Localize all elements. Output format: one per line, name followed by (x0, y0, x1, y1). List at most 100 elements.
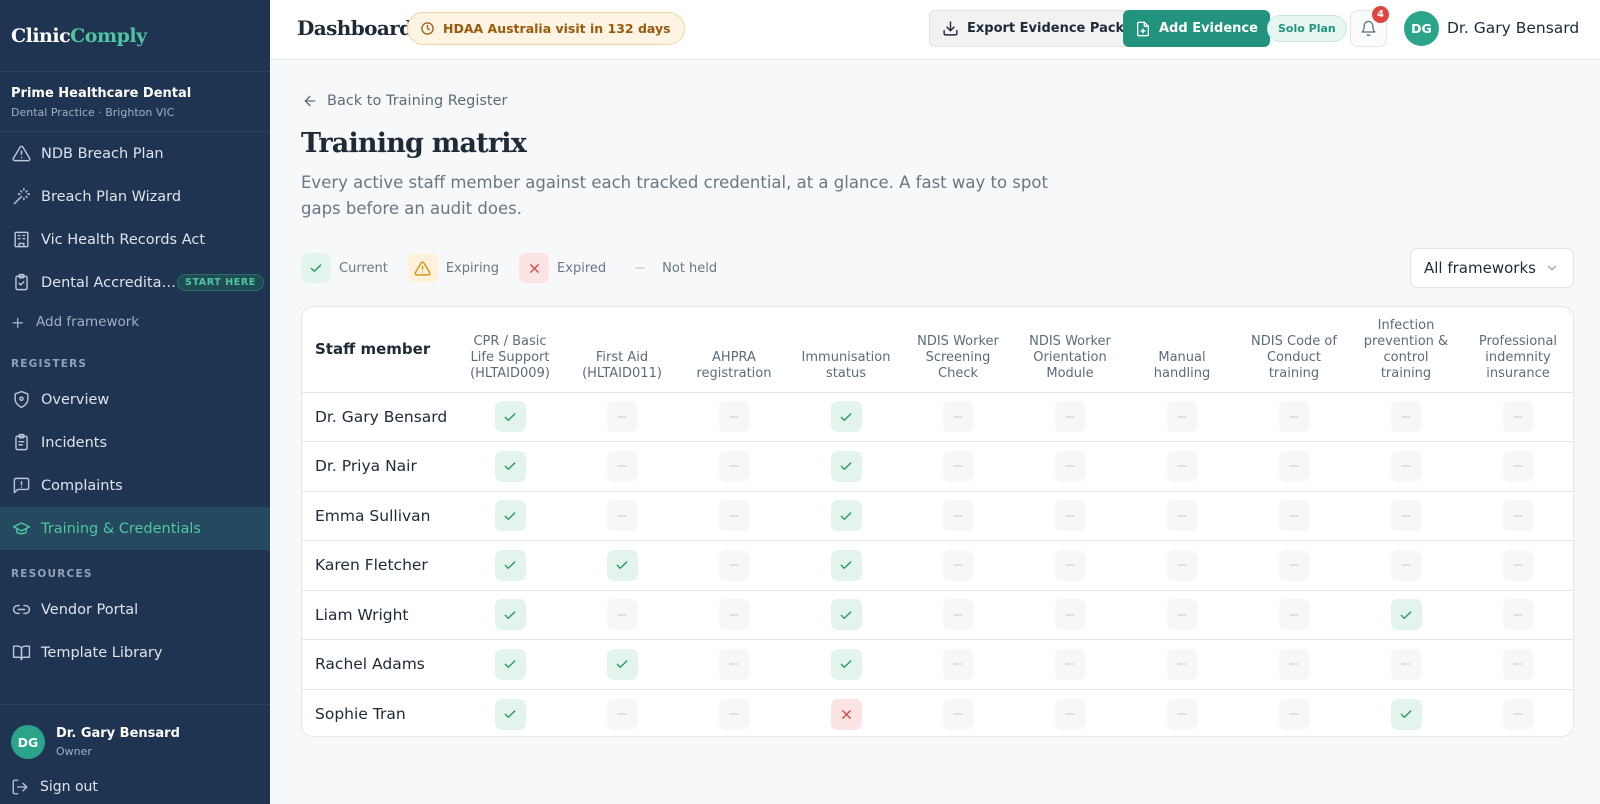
user-menu-name[interactable]: Dr. Gary Bensard (1447, 19, 1579, 37)
status-none-dash-icon[interactable] (1278, 648, 1310, 680)
status-none-dash-icon[interactable] (606, 401, 638, 433)
sign-out-button[interactable]: Sign out (11, 778, 98, 796)
sidebar-item-ndb-breach-plan[interactable]: NDB Breach Plan (0, 132, 270, 175)
status-current-check-icon[interactable] (606, 549, 638, 581)
sidebar-item-breach-plan-wizard[interactable]: Breach Plan Wizard (0, 175, 270, 218)
status-none-dash-icon[interactable] (1502, 698, 1534, 730)
plan-badge[interactable]: Solo Plan (1267, 15, 1347, 42)
status-none-dash-icon[interactable] (1054, 450, 1086, 482)
status-none-dash-icon[interactable] (1390, 450, 1422, 482)
status-none-dash-icon[interactable] (1166, 648, 1198, 680)
status-none-dash-icon[interactable] (606, 599, 638, 631)
status-none-dash-icon[interactable] (1166, 549, 1198, 581)
add-evidence-button[interactable]: Add Evidence (1123, 10, 1270, 47)
user-avatar[interactable]: DG (1404, 11, 1439, 46)
status-none-dash-icon[interactable] (942, 599, 974, 631)
status-none-dash-icon[interactable] (718, 500, 750, 532)
back-to-register-link[interactable]: Back to Training Register (302, 93, 508, 109)
status-none-dash-icon[interactable] (1166, 698, 1198, 730)
brand[interactable]: ClinicComply (0, 0, 270, 72)
status-none-dash-icon[interactable] (718, 401, 750, 433)
status-none-dash-icon[interactable] (1054, 698, 1086, 730)
status-none-dash-icon[interactable] (1054, 401, 1086, 433)
table-row[interactable]: Sophie Tran (302, 689, 1573, 736)
brand-logo[interactable]: ClinicComply (11, 25, 147, 47)
status-none-dash-icon[interactable] (1054, 648, 1086, 680)
status-none-dash-icon[interactable] (606, 698, 638, 730)
status-none-dash-icon[interactable] (942, 500, 974, 532)
status-current-check-icon[interactable] (830, 549, 862, 581)
status-none-dash-icon[interactable] (1166, 599, 1198, 631)
sidebar-item-vic-health-records-act[interactable]: Vic Health Records Act (0, 218, 270, 261)
status-none-dash-icon[interactable] (1390, 648, 1422, 680)
status-none-dash-icon[interactable] (1502, 599, 1534, 631)
status-none-dash-icon[interactable] (606, 500, 638, 532)
status-none-dash-icon[interactable] (1278, 500, 1310, 532)
status-none-dash-icon[interactable] (1502, 401, 1534, 433)
status-expired-x-icon[interactable] (830, 698, 862, 730)
status-current-check-icon[interactable] (494, 500, 526, 532)
sidebar-item-incidents[interactable]: Incidents (0, 421, 270, 464)
status-none-dash-icon[interactable] (1502, 648, 1534, 680)
status-none-dash-icon[interactable] (1390, 500, 1422, 532)
status-current-check-icon[interactable] (494, 698, 526, 730)
status-none-dash-icon[interactable] (1278, 450, 1310, 482)
status-none-dash-icon[interactable] (1054, 500, 1086, 532)
status-current-check-icon[interactable] (830, 599, 862, 631)
status-current-check-icon[interactable] (830, 450, 862, 482)
status-none-dash-icon[interactable] (1054, 599, 1086, 631)
status-current-check-icon[interactable] (1390, 698, 1422, 730)
status-none-dash-icon[interactable] (718, 648, 750, 680)
status-none-dash-icon[interactable] (942, 698, 974, 730)
status-current-check-icon[interactable] (830, 401, 862, 433)
sidebar-user[interactable]: DG Dr. Gary Bensard Owner (0, 704, 270, 759)
status-none-dash-icon[interactable] (1502, 549, 1534, 581)
visit-countdown-badge[interactable]: HDAA Australia visit in 132 days (407, 12, 685, 45)
export-evidence-button[interactable]: Export Evidence Pack (929, 10, 1138, 47)
sidebar-item-complaints[interactable]: Complaints (0, 464, 270, 507)
status-none-dash-icon[interactable] (1278, 549, 1310, 581)
status-current-check-icon[interactable] (494, 648, 526, 680)
status-none-dash-icon[interactable] (942, 401, 974, 433)
table-row[interactable]: Dr. Priya Nair (302, 442, 1573, 491)
status-current-check-icon[interactable] (494, 401, 526, 433)
status-none-dash-icon[interactable] (1390, 401, 1422, 433)
sidebar-item-dental-accreditation[interactable]: Dental Accredita… START HERE (0, 261, 270, 304)
table-row[interactable]: Liam Wright (302, 590, 1573, 640)
status-none-dash-icon[interactable] (718, 599, 750, 631)
practice-switcher[interactable]: Prime Healthcare Dental Dental Practice … (0, 72, 270, 132)
status-none-dash-icon[interactable] (718, 549, 750, 581)
framework-filter-select[interactable]: All frameworks (1410, 248, 1574, 288)
status-current-check-icon[interactable] (830, 500, 862, 532)
status-none-dash-icon[interactable] (1166, 500, 1198, 532)
status-current-check-icon[interactable] (1390, 599, 1422, 631)
status-none-dash-icon[interactable] (1278, 698, 1310, 730)
sidebar-item-vendor-portal[interactable]: Vendor Portal (0, 588, 270, 631)
table-row[interactable]: Emma Sullivan (302, 491, 1573, 541)
status-none-dash-icon[interactable] (1166, 401, 1198, 433)
status-current-check-icon[interactable] (494, 549, 526, 581)
status-current-check-icon[interactable] (494, 450, 526, 482)
status-none-dash-icon[interactable] (1166, 450, 1198, 482)
status-current-check-icon[interactable] (494, 599, 526, 631)
status-current-check-icon[interactable] (830, 648, 862, 680)
sidebar-item-template-library[interactable]: Template Library (0, 631, 270, 674)
status-none-dash-icon[interactable] (718, 698, 750, 730)
status-none-dash-icon[interactable] (1502, 450, 1534, 482)
status-none-dash-icon[interactable] (942, 450, 974, 482)
status-none-dash-icon[interactable] (1278, 599, 1310, 631)
status-none-dash-icon[interactable] (942, 648, 974, 680)
status-none-dash-icon[interactable] (1502, 500, 1534, 532)
status-none-dash-icon[interactable] (1278, 401, 1310, 433)
add-framework-button[interactable]: + Add framework (0, 304, 270, 340)
status-none-dash-icon[interactable] (1054, 549, 1086, 581)
table-row[interactable]: Karen Fletcher (302, 541, 1573, 590)
sidebar-item-training-and-credentials[interactable]: Training & Credentials (0, 507, 270, 550)
table-row[interactable]: Dr. Gary Bensard (302, 392, 1573, 442)
status-none-dash-icon[interactable] (718, 450, 750, 482)
status-none-dash-icon[interactable] (1390, 549, 1422, 581)
status-none-dash-icon[interactable] (942, 549, 974, 581)
sidebar-item-overview[interactable]: Overview (0, 378, 270, 421)
status-current-check-icon[interactable] (606, 648, 638, 680)
status-none-dash-icon[interactable] (606, 450, 638, 482)
